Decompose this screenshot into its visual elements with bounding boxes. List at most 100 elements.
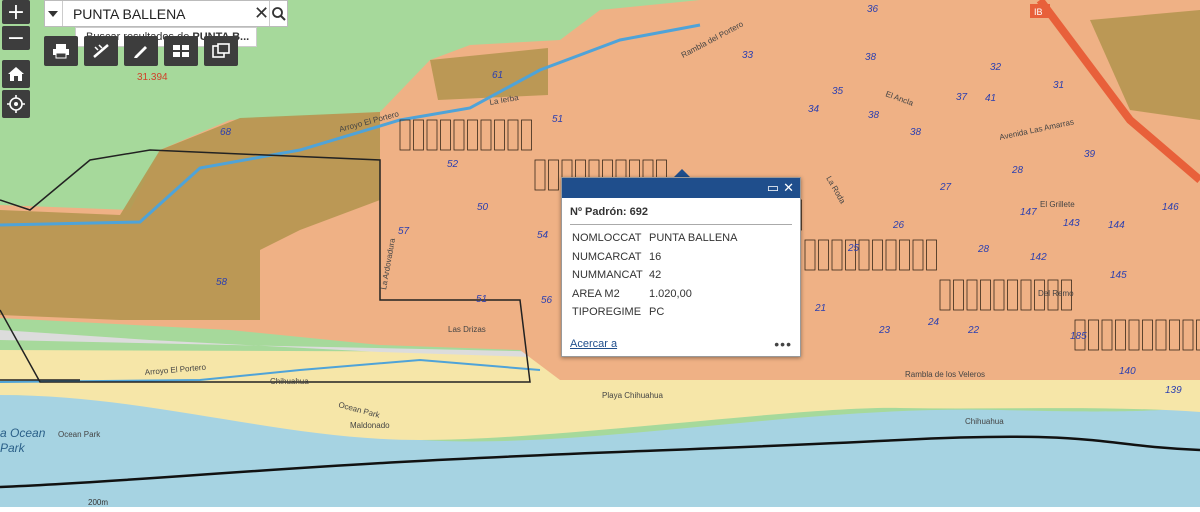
draw-button[interactable]: [124, 36, 158, 66]
popup-footer: Acercar a •••: [570, 336, 792, 352]
printer-icon: [52, 43, 70, 59]
street-label: Maldonado: [350, 421, 390, 430]
home-button[interactable]: [2, 60, 30, 88]
attribute-value: 1.020,00: [649, 288, 692, 307]
zoom-in-button[interactable]: +: [2, 0, 30, 24]
locate-icon: [7, 95, 25, 113]
popup-title: Nº Padrón: 692: [570, 206, 792, 225]
sea-label: Park: [0, 441, 26, 455]
search-icon: [272, 7, 286, 21]
parcel-label: 38: [910, 127, 922, 138]
parcel-label: 147: [1020, 207, 1037, 218]
parcel-label: 56: [541, 295, 553, 306]
measure-icon: [92, 43, 110, 59]
attribute-row: NUMMANCAT42: [572, 269, 792, 288]
layers-icon: [212, 43, 230, 59]
street-label: Las Drizas: [448, 325, 486, 334]
attribute-key: NOMLOCCAT: [572, 232, 649, 251]
sea-label: a Ocean: [0, 426, 46, 440]
search-source-dropdown[interactable]: [45, 1, 63, 26]
maximize-icon[interactable]: ▭: [767, 182, 779, 195]
attribute-row: TIPOREGIMEPC: [572, 306, 792, 325]
popup-attributes: NOMLOCCATPUNTA BALLENA NUMCARCAT16 NUMMA…: [572, 232, 792, 325]
street-label: Rambla de los Veleros: [905, 370, 985, 379]
parcel-label: 22: [967, 325, 980, 336]
street-label: Playa Chihuahua: [602, 391, 663, 400]
popup-header: ▭ ✕: [562, 178, 800, 198]
search-input[interactable]: [63, 1, 254, 26]
parcel-label: 139: [1165, 385, 1182, 396]
attribute-row: NOMLOCCATPUNTA BALLENA: [572, 232, 792, 251]
parcel-label: 24: [927, 317, 940, 328]
search-button[interactable]: [269, 1, 287, 26]
locate-button[interactable]: [2, 90, 30, 118]
street-label: Ocean Park: [58, 430, 101, 439]
print-button[interactable]: [44, 36, 78, 66]
toolbar: [44, 36, 238, 66]
attribute-value: 16: [649, 251, 661, 270]
parcel-label: 21: [814, 303, 826, 314]
parcel-label: 57: [398, 226, 410, 237]
parcel-label: 23: [878, 325, 891, 336]
parcel-label: 143: [1063, 218, 1080, 229]
caret-down-icon: [47, 10, 59, 18]
parcel-label: 185: [1070, 331, 1087, 342]
street-label: El Grillete: [1040, 200, 1075, 209]
attribute-key: AREA M2: [572, 288, 649, 307]
zoom-out-button[interactable]: −: [2, 26, 30, 50]
parcel-label: 52: [447, 159, 459, 170]
measure-button[interactable]: [84, 36, 118, 66]
close-icon[interactable]: ✕: [783, 182, 794, 195]
scale-bar-label: 200m: [88, 498, 108, 507]
basemap-icon: [172, 43, 190, 59]
parcel-label: 25: [847, 243, 860, 254]
feature-popup: ▭ ✕ Nº Padrón: 692 NOMLOCCATPUNTA BALLEN…: [561, 177, 801, 357]
street-label: Del Remo: [1038, 289, 1074, 298]
parcel-label: 32: [990, 62, 1002, 73]
attribute-row: NUMCARCAT16: [572, 251, 792, 270]
parcel-label: 38: [865, 52, 877, 63]
search-widget: ✕: [44, 0, 288, 27]
more-options-icon[interactable]: •••: [774, 336, 792, 352]
map-view[interactable]: 6168585751545052565132313638373838392627…: [0, 0, 1200, 507]
parcel-label: 142: [1030, 252, 1047, 263]
attribute-key: NUMMANCAT: [572, 269, 649, 288]
parcel-label: 51: [552, 114, 563, 125]
parcel-label: 38: [868, 110, 880, 121]
parcel-label: 28: [977, 244, 990, 255]
street-label: Chihuahua: [270, 377, 309, 386]
parcel-label: 31: [1053, 80, 1064, 91]
attribute-key: TIPOREGIME: [572, 306, 649, 325]
attribute-value: PC: [649, 306, 664, 325]
parcel-label: 144: [1108, 220, 1125, 231]
zoom-to-link[interactable]: Acercar a: [570, 338, 617, 350]
parcel-label: 34: [808, 104, 820, 115]
parcel-label: 33: [742, 50, 754, 61]
parcel-label: 35: [832, 86, 844, 97]
parcel-label: 68: [220, 127, 232, 138]
attribute-value: PUNTA BALLENA: [649, 232, 737, 251]
attribute-value: 42: [649, 269, 661, 288]
parcel-label: 39: [1084, 149, 1096, 160]
attribute-key: NUMCARCAT: [572, 251, 649, 270]
layers-button[interactable]: [204, 36, 238, 66]
home-icon: [7, 66, 25, 82]
scale-label: 31.394: [137, 72, 168, 83]
attribute-row: AREA M21.020,00: [572, 288, 792, 307]
pencil-icon: [132, 43, 150, 59]
parcel-label: 61: [492, 70, 503, 81]
popup-pointer: [674, 169, 690, 177]
parcel-label: 145: [1110, 270, 1127, 281]
clear-search-button[interactable]: ✕: [254, 1, 269, 26]
parcel-label: 50: [477, 202, 489, 213]
street-label: Chihuahua: [965, 417, 1004, 426]
basemap-button[interactable]: [164, 36, 198, 66]
route-badge-label: IB: [1034, 7, 1043, 17]
parcel-label: 146: [1162, 202, 1179, 213]
parcel-label: 26: [892, 220, 905, 231]
parcel-label: 58: [216, 277, 228, 288]
parcel-label: 140: [1119, 366, 1136, 377]
parcel-label: 51: [476, 294, 487, 305]
parcel-label: 36: [867, 4, 879, 15]
parcel-label: 37: [956, 92, 968, 103]
